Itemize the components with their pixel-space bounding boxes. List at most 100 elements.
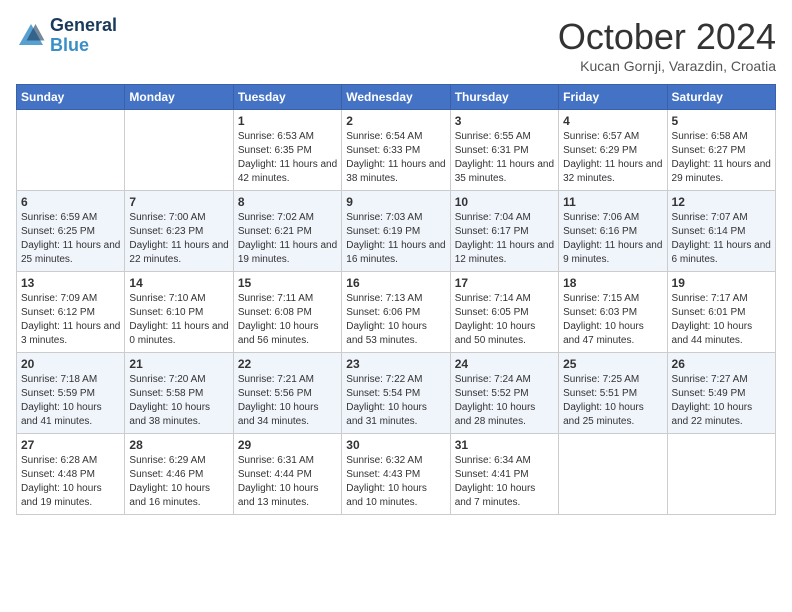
calendar-cell: 21 Sunrise: 7:20 AM Sunset: 5:58 PM Dayli…: [125, 353, 233, 434]
logo-line2: Blue: [50, 36, 117, 56]
cell-content: Sunrise: 7:06 AM Sunset: 6:16 PM Dayligh…: [563, 211, 662, 267]
cell-content: Sunrise: 7:21 AM Sunset: 5:56 PM Dayligh…: [238, 373, 337, 429]
day-header-sunday: Sunday: [17, 85, 125, 110]
day-number: 27: [21, 438, 120, 452]
cell-content: Sunrise: 6:28 AM Sunset: 4:48 PM Dayligh…: [21, 454, 120, 510]
day-number: 24: [455, 357, 554, 371]
cell-content: Sunrise: 6:53 AM Sunset: 6:35 PM Dayligh…: [238, 130, 337, 186]
calendar-cell: 11 Sunrise: 7:06 AM Sunset: 6:16 PM Dayli…: [559, 191, 667, 272]
week-row-3: 13Sunrise: 7:09 AM Sunset: 6:12 PM Dayli…: [17, 272, 776, 353]
days-header-row: SundayMondayTuesdayWednesdayThursdayFrid…: [17, 85, 776, 110]
day-number: 6: [21, 195, 120, 209]
calendar-cell: 22 Sunrise: 7:21 AM Sunset: 5:56 PM Dayli…: [233, 353, 341, 434]
calendar-cell: 9Sunrise: 7:03 AM Sunset: 6:19 PM Daylig…: [342, 191, 450, 272]
calendar-cell: 29Sunrise: 6:31 AM Sunset: 4:44 PM Dayli…: [233, 434, 341, 515]
cell-content: Sunrise: 7:22 AM Sunset: 5:54 PM Dayligh…: [346, 373, 445, 429]
calendar-cell: 6 Sunrise: 6:59 AM Sunset: 6:25 PM Daylig…: [17, 191, 125, 272]
day-number: 11: [563, 195, 662, 209]
cell-content: Sunrise: 7:15 AM Sunset: 6:03 PM Dayligh…: [563, 292, 662, 348]
calendar-cell: 3Sunrise: 6:55 AM Sunset: 6:31 PM Daylig…: [450, 110, 558, 191]
cell-content: Sunrise: 7:27 AM Sunset: 5:49 PM Dayligh…: [672, 373, 771, 429]
day-number: 30: [346, 438, 445, 452]
cell-content: Sunrise: 6:54 AM Sunset: 6:33 PM Dayligh…: [346, 130, 445, 186]
calendar-cell: 18 Sunrise: 7:15 AM Sunset: 6:03 PM Dayli…: [559, 272, 667, 353]
cell-content: Sunrise: 7:10 AM Sunset: 6:10 PM Dayligh…: [129, 292, 228, 348]
day-number: 18: [563, 276, 662, 290]
day-number: 3: [455, 114, 554, 128]
calendar-cell: 4Sunrise: 6:57 AM Sunset: 6:29 PM Daylig…: [559, 110, 667, 191]
week-row-4: 20 Sunrise: 7:18 AM Sunset: 5:59 PM Dayli…: [17, 353, 776, 434]
cell-content: Sunrise: 7:18 AM Sunset: 5:59 PM Dayligh…: [21, 373, 120, 429]
cell-content: Sunrise: 7:17 AM Sunset: 6:01 PM Dayligh…: [672, 292, 771, 348]
day-number: 2: [346, 114, 445, 128]
calendar-cell: [667, 434, 775, 515]
day-number: 5: [672, 114, 771, 128]
calendar-cell: 7 Sunrise: 7:00 AM Sunset: 6:23 PM Daylig…: [125, 191, 233, 272]
week-row-1: 1 Sunrise: 6:53 AM Sunset: 6:35 PM Daylig…: [17, 110, 776, 191]
day-number: 4: [563, 114, 662, 128]
cell-content: Sunrise: 7:07 AM Sunset: 6:14 PM Dayligh…: [672, 211, 771, 267]
calendar-cell: 25Sunrise: 7:25 AM Sunset: 5:51 PM Dayli…: [559, 353, 667, 434]
logo-icon: [16, 21, 46, 51]
day-number: 12: [672, 195, 771, 209]
day-number: 16: [346, 276, 445, 290]
week-row-2: 6 Sunrise: 6:59 AM Sunset: 6:25 PM Daylig…: [17, 191, 776, 272]
cell-content: Sunrise: 7:11 AM Sunset: 6:08 PM Dayligh…: [238, 292, 337, 348]
calendar-cell: 30Sunrise: 6:32 AM Sunset: 4:43 PM Dayli…: [342, 434, 450, 515]
calendar-cell: 20 Sunrise: 7:18 AM Sunset: 5:59 PM Dayli…: [17, 353, 125, 434]
calendar-cell: 8Sunrise: 7:02 AM Sunset: 6:21 PM Daylig…: [233, 191, 341, 272]
calendar-cell: 23Sunrise: 7:22 AM Sunset: 5:54 PM Dayli…: [342, 353, 450, 434]
day-number: 25: [563, 357, 662, 371]
day-number: 13: [21, 276, 120, 290]
month-title: October 2024: [558, 16, 776, 58]
day-header-monday: Monday: [125, 85, 233, 110]
cell-content: Sunrise: 7:03 AM Sunset: 6:19 PM Dayligh…: [346, 211, 445, 267]
calendar-cell: 10Sunrise: 7:04 AM Sunset: 6:17 PM Dayli…: [450, 191, 558, 272]
day-number: 31: [455, 438, 554, 452]
calendar-cell: 31Sunrise: 6:34 AM Sunset: 4:41 PM Dayli…: [450, 434, 558, 515]
day-number: 14: [129, 276, 228, 290]
calendar-cell: 12 Sunrise: 7:07 AM Sunset: 6:14 PM Dayli…: [667, 191, 775, 272]
cell-content: Sunrise: 6:29 AM Sunset: 4:46 PM Dayligh…: [129, 454, 228, 510]
day-header-wednesday: Wednesday: [342, 85, 450, 110]
calendar-cell: 28 Sunrise: 6:29 AM Sunset: 4:46 PM Dayli…: [125, 434, 233, 515]
cell-content: Sunrise: 7:14 AM Sunset: 6:05 PM Dayligh…: [455, 292, 554, 348]
day-number: 1: [238, 114, 337, 128]
calendar-cell: 27 Sunrise: 6:28 AM Sunset: 4:48 PM Dayli…: [17, 434, 125, 515]
calendar-cell: 16 Sunrise: 7:13 AM Sunset: 6:06 PM Dayli…: [342, 272, 450, 353]
cell-content: Sunrise: 6:59 AM Sunset: 6:25 PM Dayligh…: [21, 211, 120, 267]
calendar-table: SundayMondayTuesdayWednesdayThursdayFrid…: [16, 84, 776, 515]
day-header-friday: Friday: [559, 85, 667, 110]
day-header-thursday: Thursday: [450, 85, 558, 110]
location: Kucan Gornji, Varazdin, Croatia: [558, 58, 776, 74]
cell-content: Sunrise: 7:24 AM Sunset: 5:52 PM Dayligh…: [455, 373, 554, 429]
day-number: 21: [129, 357, 228, 371]
day-number: 28: [129, 438, 228, 452]
title-area: October 2024 Kucan Gornji, Varazdin, Cro…: [558, 16, 776, 74]
calendar-cell: 2 Sunrise: 6:54 AM Sunset: 6:33 PM Daylig…: [342, 110, 450, 191]
calendar-cell: 24 Sunrise: 7:24 AM Sunset: 5:52 PM Dayli…: [450, 353, 558, 434]
day-number: 17: [455, 276, 554, 290]
logo: General Blue: [16, 16, 117, 56]
day-number: 15: [238, 276, 337, 290]
calendar-cell: 13Sunrise: 7:09 AM Sunset: 6:12 PM Dayli…: [17, 272, 125, 353]
cell-content: Sunrise: 7:00 AM Sunset: 6:23 PM Dayligh…: [129, 211, 228, 267]
day-number: 19: [672, 276, 771, 290]
calendar-cell: 5 Sunrise: 6:58 AM Sunset: 6:27 PM Daylig…: [667, 110, 775, 191]
day-number: 20: [21, 357, 120, 371]
cell-content: Sunrise: 6:58 AM Sunset: 6:27 PM Dayligh…: [672, 130, 771, 186]
calendar-cell: [125, 110, 233, 191]
logo-line1: General: [50, 16, 117, 36]
calendar-cell: 17 Sunrise: 7:14 AM Sunset: 6:05 PM Dayli…: [450, 272, 558, 353]
day-header-tuesday: Tuesday: [233, 85, 341, 110]
page-header: General Blue October 2024 Kucan Gornji, …: [16, 16, 776, 74]
day-number: 29: [238, 438, 337, 452]
day-number: 22: [238, 357, 337, 371]
day-number: 8: [238, 195, 337, 209]
calendar-cell: 15 Sunrise: 7:11 AM Sunset: 6:08 PM Dayli…: [233, 272, 341, 353]
cell-content: Sunrise: 7:13 AM Sunset: 6:06 PM Dayligh…: [346, 292, 445, 348]
cell-content: Sunrise: 7:04 AM Sunset: 6:17 PM Dayligh…: [455, 211, 554, 267]
calendar-cell: 1 Sunrise: 6:53 AM Sunset: 6:35 PM Daylig…: [233, 110, 341, 191]
cell-content: Sunrise: 7:20 AM Sunset: 5:58 PM Dayligh…: [129, 373, 228, 429]
day-number: 7: [129, 195, 228, 209]
